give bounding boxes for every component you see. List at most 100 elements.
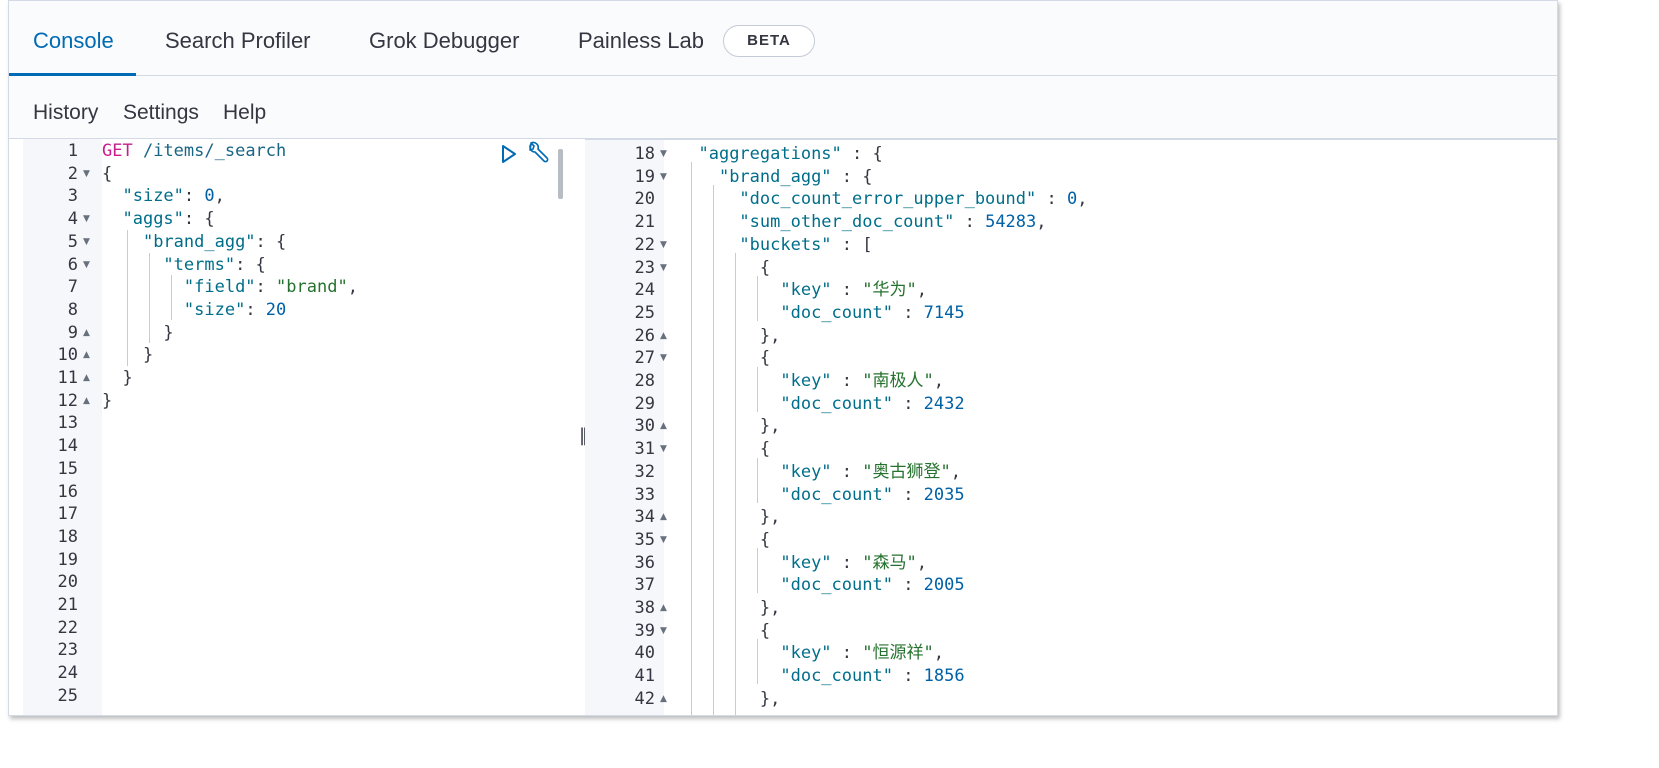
code-text: }	[102, 322, 173, 345]
code-token: 20	[265, 299, 287, 320]
code-token: : [	[831, 234, 873, 255]
menu-settings[interactable]: Settings	[123, 76, 199, 138]
fold-open-icon[interactable]: ▼	[660, 438, 667, 461]
fold-open-icon[interactable]: ▼	[83, 254, 90, 277]
fold-close-icon[interactable]: ▲	[83, 367, 90, 390]
code-token: :	[954, 212, 986, 233]
beta-badge: BETA	[723, 25, 815, 57]
code-text: {	[678, 529, 770, 552]
code-text: {	[678, 438, 770, 461]
code-line: 23 ▼ {	[585, 257, 1557, 280]
code-text: GET /items/_search	[102, 140, 286, 163]
response-viewer[interactable]: 18 ▼ "aggregations" : {19 ▼ "brand_agg" : …	[585, 139, 1557, 715]
line-number: 41	[634, 666, 655, 687]
code-line: 24	[23, 662, 563, 685]
line-number: 22	[57, 617, 78, 638]
tab-search-profiler[interactable]: Search Profiler	[165, 1, 311, 75]
code-token: : {	[841, 144, 883, 164]
code-token: :	[892, 484, 924, 505]
code-token: "size"	[183, 299, 246, 320]
code-line: 38 ▲ },	[585, 597, 1557, 620]
fold-open-icon[interactable]: ▼	[660, 257, 667, 280]
code-line: 12 ▲}	[23, 390, 563, 413]
code-line: 19	[23, 549, 563, 572]
code-token: "key"	[780, 280, 832, 301]
code-token: 2005	[923, 575, 965, 596]
code-token: ,	[1077, 189, 1088, 210]
request-editor[interactable]: 1 GET /items/_search 2 ▼{3 "size": 0, 4 ▼ "ag…	[23, 139, 563, 715]
line-number: 15	[57, 458, 78, 479]
code-line: 22 ▼ "buckets" : [	[585, 234, 1557, 257]
code-line: 21 "sum_other_doc_count" : 54283,	[585, 211, 1557, 234]
fold-close-icon[interactable]: ▲	[660, 688, 667, 711]
fold-open-icon[interactable]: ▼	[660, 620, 667, 643]
line-number: 19	[634, 166, 655, 187]
fold-close-icon[interactable]: ▲	[83, 390, 90, 413]
fold-close-icon[interactable]: ▲	[83, 344, 90, 367]
line-number: 5	[67, 231, 78, 252]
fold-open-icon[interactable]: ▼	[660, 234, 667, 257]
code-token: ,	[933, 643, 944, 664]
code-token: {	[678, 348, 771, 369]
code-line: 9 ▲ }	[23, 322, 563, 345]
code-token: :	[892, 393, 924, 414]
code-text: "doc_count" : 7145	[678, 302, 964, 325]
line-number: 19	[57, 549, 78, 570]
code-text: {	[102, 163, 112, 186]
fold-open-icon[interactable]: ▼	[660, 143, 667, 166]
code-token: :	[892, 302, 924, 323]
fold-open-icon[interactable]: ▼	[83, 208, 90, 231]
code-token: "buckets"	[739, 234, 832, 255]
wrench-icon[interactable]	[525, 141, 551, 165]
fold-close-icon[interactable]: ▲	[660, 415, 667, 438]
code-line: 31 ▼ {	[585, 438, 1557, 461]
line-number: 36	[634, 552, 655, 573]
code-token: }	[102, 368, 133, 388]
code-token: : {	[255, 231, 287, 252]
fold-close-icon[interactable]: ▲	[660, 506, 667, 529]
tab-painless-lab[interactable]: Painless Lab	[578, 1, 704, 75]
request-scrollbar[interactable]	[558, 149, 563, 199]
code-token: "sum_other_doc_count"	[739, 212, 955, 233]
play-icon[interactable]	[499, 143, 519, 165]
menu-history[interactable]: History	[33, 76, 98, 138]
code-token: 0	[1066, 189, 1078, 210]
line-number: 4	[67, 209, 78, 230]
code-text: "terms": {	[102, 254, 265, 277]
tab-bar: Console Search Profiler Grok Debugger Pa…	[9, 1, 1557, 76]
code-token: ,	[916, 552, 927, 573]
tab-grok-debugger[interactable]: Grok Debugger	[369, 1, 519, 75]
line-number: 2	[67, 163, 78, 184]
menu-help[interactable]: Help	[223, 76, 266, 138]
line-number: 21	[634, 212, 655, 233]
code-token: ,	[1036, 212, 1047, 233]
code-text: },	[678, 506, 780, 529]
fold-close-icon[interactable]: ▲	[660, 597, 667, 620]
fold-open-icon[interactable]: ▼	[83, 231, 90, 254]
code-text: },	[678, 597, 780, 620]
code-line: 27 ▼ {	[585, 347, 1557, 370]
line-number: 12	[57, 390, 78, 411]
code-token: "doc_count_error_upper_bound"	[739, 189, 1037, 210]
line-number: 39	[634, 620, 655, 641]
line-number: 3	[67, 186, 78, 207]
code-token: /items/_search	[142, 141, 287, 161]
code-token: 54283	[985, 212, 1037, 233]
fold-open-icon[interactable]: ▼	[660, 347, 667, 370]
tab-console[interactable]: Console	[9, 1, 136, 76]
code-line: 22	[23, 617, 563, 640]
fold-close-icon[interactable]: ▲	[83, 322, 90, 345]
code-line: 23	[23, 639, 563, 662]
fold-open-icon[interactable]: ▼	[660, 166, 667, 189]
line-number: 26	[634, 325, 655, 346]
fold-open-icon[interactable]: ▼	[83, 163, 90, 186]
fold-open-icon[interactable]: ▼	[660, 529, 667, 552]
fold-close-icon[interactable]: ▲	[660, 325, 667, 348]
line-number: 28	[634, 371, 655, 391]
code-line: 35 ▼ {	[585, 529, 1557, 552]
